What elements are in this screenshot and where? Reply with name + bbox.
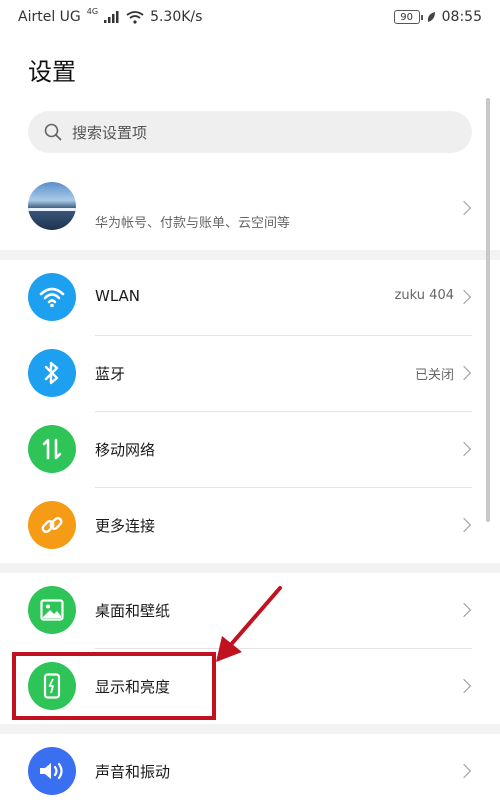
- annotation-arrow-icon: [216, 586, 282, 662]
